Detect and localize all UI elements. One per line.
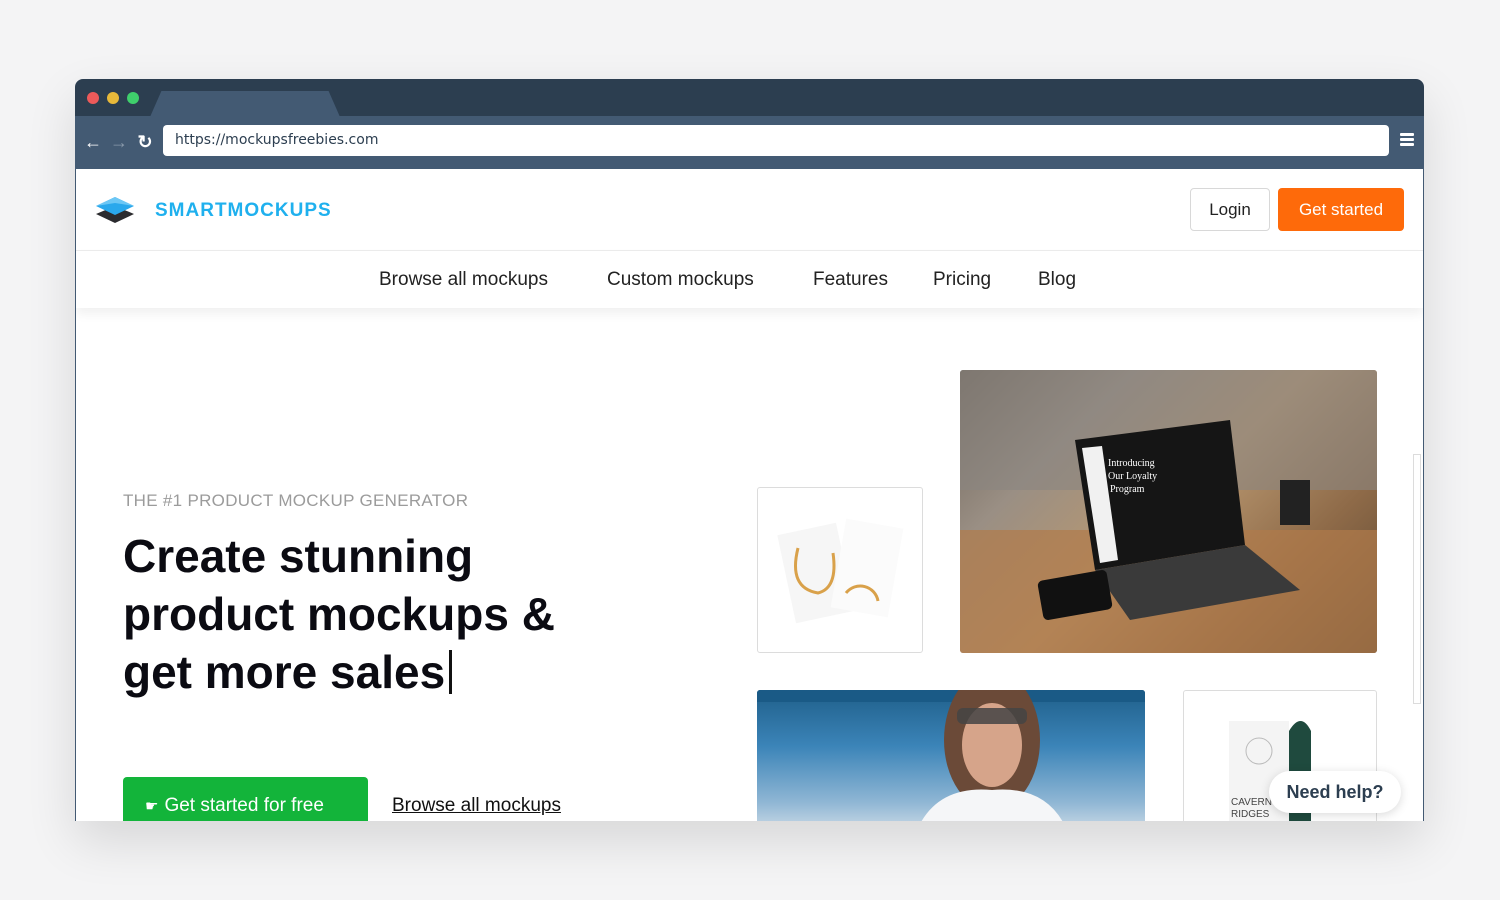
maximize-window-dot[interactable]: [127, 92, 139, 104]
nav-features[interactable]: Features: [813, 269, 888, 291]
minimize-window-dot[interactable]: [107, 92, 119, 104]
get-started-free-button[interactable]: ☛ Get started for free: [123, 777, 368, 821]
laptop-screen-line: Program: [1110, 484, 1145, 495]
headline-line: Create stunning: [123, 530, 474, 582]
headline-line: product mockups &: [123, 588, 555, 640]
site-header: SMARTMOCKUPS Login Get started: [76, 169, 1423, 251]
coffee-bag-line: CAVERN: [1231, 797, 1272, 808]
browser-window: ← → ↻ https://mockupsfreebies.com SMARTM…: [75, 79, 1424, 821]
business-cards-mockup-tile[interactable]: [757, 487, 923, 653]
need-help-button[interactable]: Need help?: [1269, 771, 1401, 813]
hero-headline: Create stunning product mockups & get mo…: [123, 527, 683, 701]
browser-titlebar: [75, 79, 1424, 117]
laptop-mockup-tile[interactable]: Introducing Our Loyalty Program: [960, 370, 1377, 653]
nav-browse-all-mockups[interactable]: Browse all mockups: [379, 269, 548, 291]
hero-eyebrow: THE #1 PRODUCT MOCKUP GENERATOR: [123, 491, 469, 510]
nav-blog[interactable]: Blog: [1038, 269, 1076, 291]
cta-label: Get started for free: [164, 795, 324, 816]
close-window-dot[interactable]: [87, 92, 99, 104]
brand-logo-text[interactable]: SMARTMOCKUPS: [155, 200, 332, 222]
arrow-left-icon[interactable]: ←: [83, 130, 103, 154]
business-cards-image: [777, 518, 904, 624]
tshirt-model-image: [757, 690, 1145, 821]
laptop-scene-image: Introducing Our Loyalty Program: [960, 370, 1377, 653]
layers-logo-icon[interactable]: [94, 192, 136, 228]
web-page: SMARTMOCKUPS Login Get started Browse al…: [75, 169, 1424, 821]
arrow-right-icon[interactable]: →: [109, 130, 129, 154]
login-button[interactable]: Login: [1190, 188, 1270, 231]
pointing-hand-icon: ☛: [145, 798, 159, 815]
reload-icon[interactable]: ↻: [135, 130, 155, 154]
browse-all-mockups-link[interactable]: Browse all mockups: [392, 795, 561, 817]
laptop-screen-line: Introducing: [1108, 458, 1155, 469]
headline-line: get more sales: [123, 646, 446, 698]
browser-toolbar: ← → ↻ https://mockupsfreebies.com: [75, 116, 1424, 169]
get-started-button[interactable]: Get started: [1278, 188, 1404, 231]
coffee-bag-line: RIDGES: [1231, 809, 1270, 820]
laptop-screen-line: Our Loyalty: [1108, 471, 1157, 482]
hamburger-menu-icon[interactable]: [1400, 133, 1414, 149]
tshirt-mockup-tile[interactable]: [757, 690, 1145, 821]
url-bar[interactable]: https://mockupsfreebies.com: [163, 125, 1389, 156]
main-nav: Browse all mockups Custom mockups Featur…: [76, 251, 1423, 308]
browser-tab[interactable]: [150, 91, 340, 117]
nav-custom-mockups[interactable]: Custom mockups: [607, 269, 754, 291]
typing-caret: [449, 650, 453, 694]
page-scrollbar[interactable]: [1413, 454, 1421, 704]
nav-pricing[interactable]: Pricing: [933, 269, 991, 291]
